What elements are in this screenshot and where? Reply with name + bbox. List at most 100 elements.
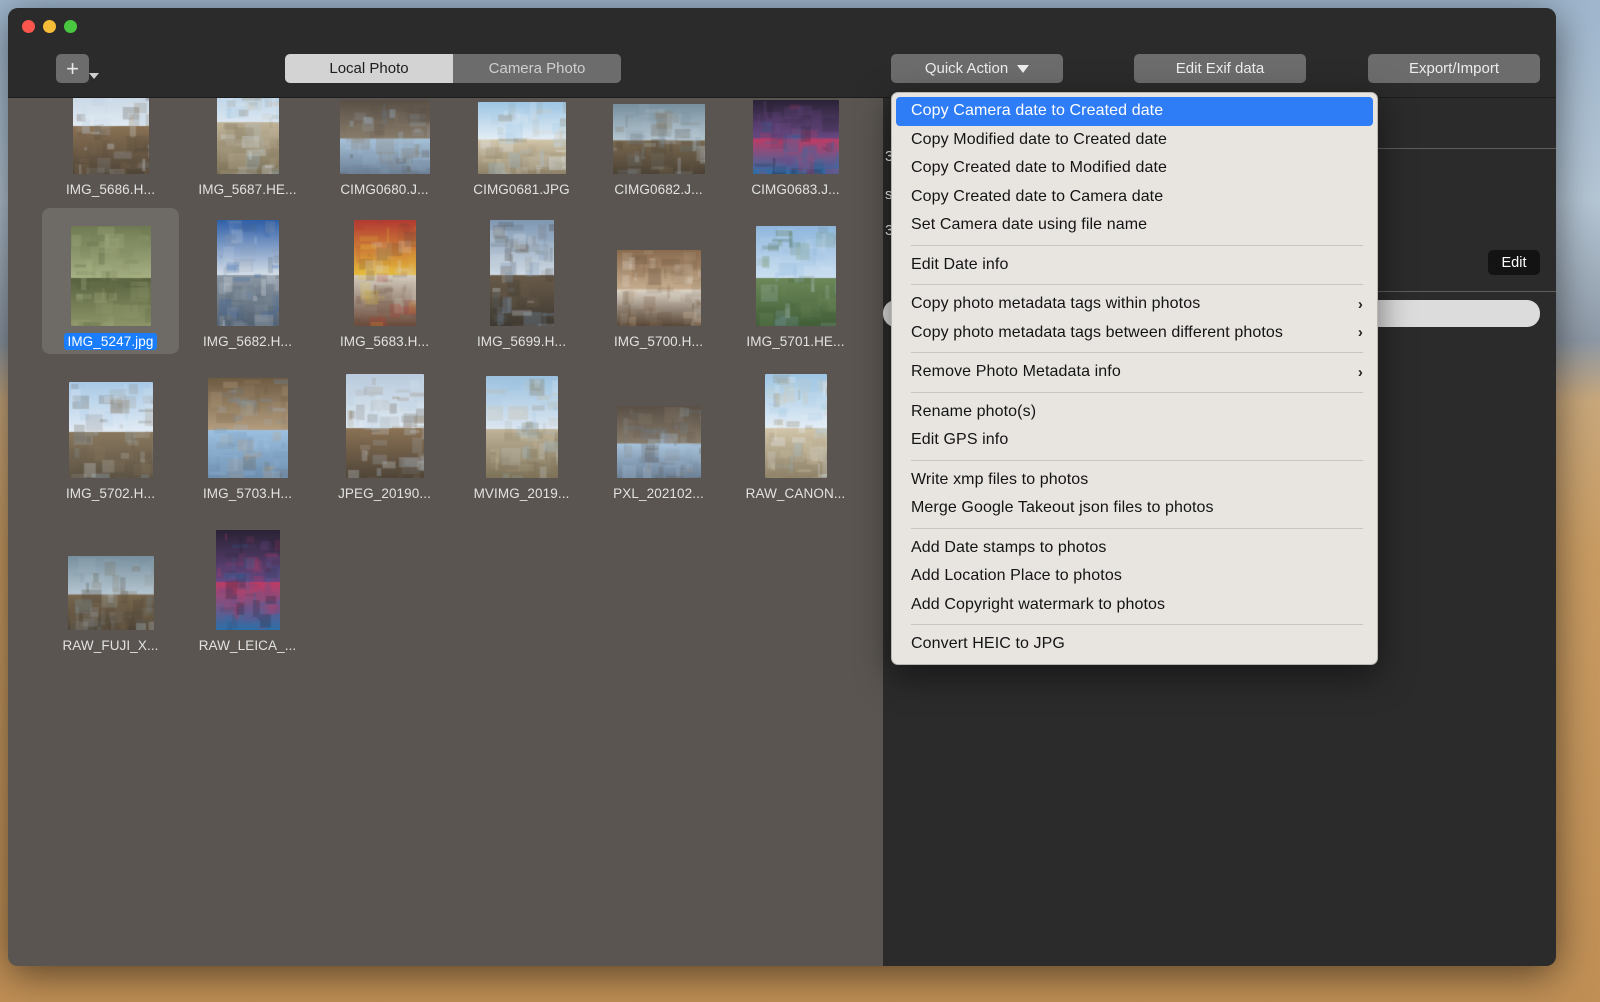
photo-cell[interactable]: IMG_5687.HE... bbox=[179, 98, 316, 202]
photo-thumbnail bbox=[215, 530, 280, 630]
photo-thumbnail bbox=[616, 406, 701, 478]
photo-cell[interactable]: IMG_5703.H... bbox=[179, 360, 316, 506]
photo-cell[interactable]: IMG_5683.H... bbox=[316, 208, 453, 354]
menu-separator bbox=[911, 284, 1363, 285]
photo-thumbnail-frame bbox=[216, 208, 279, 326]
photo-filename-label: RAW_LEICA_... bbox=[198, 638, 297, 653]
photo-filename-label: MVIMG_2019... bbox=[473, 486, 570, 501]
quick-action-dropdown-menu[interactable]: Copy Camera date to Created date Copy Mod… bbox=[891, 92, 1378, 665]
quick-action-button[interactable]: Quick Action bbox=[891, 54, 1063, 83]
chevron-right-icon: › bbox=[1357, 324, 1363, 342]
photo-browser-pane[interactable]: IMG_5686.H... IMG_5687.HE... CIMG0680.J...… bbox=[8, 98, 883, 966]
photo-cell[interactable]: IMG_5682.H... bbox=[179, 208, 316, 354]
photo-filename-label: RAW_CANON... bbox=[745, 486, 846, 501]
photo-thumbnail-frame bbox=[72, 98, 149, 174]
photo-thumbnail bbox=[216, 98, 279, 174]
menu-item[interactable]: Copy photo metadata tags within photos › bbox=[892, 290, 1377, 319]
menu-item[interactable]: Remove Photo Metadata info › bbox=[892, 358, 1377, 387]
edit-exif-data-button[interactable]: Edit Exif data bbox=[1134, 54, 1306, 83]
menu-item[interactable]: Copy photo metadata tags between differe… bbox=[892, 319, 1377, 348]
photo-filename-label: IMG_5686.H... bbox=[65, 182, 156, 197]
photo-cell[interactable]: RAW_CANON... bbox=[727, 360, 864, 506]
menu-item[interactable]: Write xmp files to photos bbox=[892, 466, 1377, 495]
photo-cell[interactable]: JPEG_20190... bbox=[316, 360, 453, 506]
export-import-button[interactable]: Export/Import bbox=[1368, 54, 1540, 83]
photo-filename-label: PXL_202102... bbox=[613, 486, 704, 501]
photo-cell[interactable]: IMG_5701.HE... bbox=[727, 208, 864, 354]
menu-item[interactable]: Add Location Place to photos bbox=[892, 562, 1377, 591]
tab-camera-photo[interactable]: Camera Photo bbox=[453, 54, 621, 83]
photo-thumbnail bbox=[485, 376, 558, 478]
chevron-right-icon: › bbox=[1357, 295, 1363, 313]
photo-thumbnail bbox=[477, 102, 566, 174]
photo-cell-selected[interactable]: IMG_5247.jpg bbox=[42, 208, 179, 354]
menu-item[interactable]: Copy Camera date to Created date bbox=[896, 97, 1373, 126]
menu-item[interactable]: Convert HEIC to JPG bbox=[892, 630, 1377, 659]
edit-metadata-button[interactable]: Edit bbox=[1488, 250, 1540, 275]
menu-item-label: Convert HEIC to JPG bbox=[911, 635, 1065, 653]
photo-cell[interactable]: CIMG0680.J... bbox=[316, 98, 453, 202]
photo-thumbnail-frame bbox=[616, 360, 701, 478]
photo-filename-label: IMG_5247.jpg bbox=[64, 333, 157, 350]
photo-thumbnail-frame bbox=[485, 360, 558, 478]
maximize-window-button[interactable] bbox=[64, 20, 77, 33]
photo-filename-label: IMG_5700.H... bbox=[613, 334, 704, 349]
menu-item-label: Add Date stamps to photos bbox=[911, 538, 1107, 556]
photo-thumbnail bbox=[345, 374, 424, 478]
photo-source-segmented-control[interactable]: Local Photo Camera Photo bbox=[285, 54, 621, 83]
photo-cell[interactable]: IMG_5700.H... bbox=[590, 208, 727, 354]
menu-item[interactable]: Add Copyright watermark to photos bbox=[892, 591, 1377, 620]
menu-separator bbox=[911, 352, 1363, 353]
photo-cell[interactable]: CIMG0683.J... bbox=[727, 98, 864, 202]
menu-item[interactable]: Copy Modified date to Created date bbox=[892, 126, 1377, 155]
chevron-down-icon[interactable] bbox=[89, 73, 99, 79]
photo-thumbnail bbox=[67, 556, 154, 630]
menu-separator bbox=[911, 391, 1363, 393]
main-toolbar: + Local Photo Camera Photo Quick Action … bbox=[8, 45, 1556, 98]
menu-separator bbox=[911, 527, 1363, 529]
photo-thumbnail-frame bbox=[353, 208, 416, 326]
minimize-window-button[interactable] bbox=[43, 20, 56, 33]
menu-item[interactable]: Add Date stamps to photos bbox=[892, 534, 1377, 563]
photo-filename-label: IMG_5682.H... bbox=[202, 334, 293, 349]
photo-filename-label: RAW_FUJI_X... bbox=[62, 638, 159, 653]
menu-item-label: Copy Created date to Modified date bbox=[911, 159, 1168, 177]
menu-item[interactable]: Set Camera date using file name bbox=[892, 211, 1377, 240]
menu-item[interactable]: Copy Created date to Camera date bbox=[892, 183, 1377, 212]
menu-item[interactable]: Edit Date info bbox=[892, 251, 1377, 280]
photo-thumbnail-frame bbox=[612, 98, 705, 174]
menu-item-label: Copy Modified date to Created date bbox=[911, 130, 1168, 148]
tab-local-photo[interactable]: Local Photo bbox=[285, 54, 453, 83]
photo-thumbnail-frame bbox=[215, 512, 280, 630]
menu-item-label: Copy Created date to Camera date bbox=[911, 187, 1164, 205]
menu-item[interactable]: Edit GPS info bbox=[892, 426, 1377, 455]
menu-item-label: Remove Photo Metadata info bbox=[911, 363, 1121, 381]
menu-item[interactable]: Merge Google Takeout json files to photo… bbox=[892, 494, 1377, 523]
photo-cell[interactable]: MVIMG_2019... bbox=[453, 360, 590, 506]
close-window-button[interactable] bbox=[22, 20, 35, 33]
photo-thumbnail-frame bbox=[752, 98, 839, 174]
photo-cell[interactable]: IMG_5686.H... bbox=[42, 98, 179, 202]
photo-cell[interactable]: CIMG0682.J... bbox=[590, 98, 727, 202]
photo-thumbnail bbox=[216, 220, 279, 326]
photo-cell[interactable]: IMG_5702.H... bbox=[42, 360, 179, 506]
photo-thumbnail bbox=[612, 104, 705, 174]
photo-thumbnail bbox=[72, 98, 149, 174]
photo-filename-label: IMG_5699.H... bbox=[476, 334, 567, 349]
photo-cell[interactable]: IMG_5699.H... bbox=[453, 208, 590, 354]
add-photos-button[interactable]: + bbox=[56, 54, 89, 83]
photo-cell[interactable]: RAW_LEICA_... bbox=[179, 512, 316, 658]
photo-cell[interactable]: CIMG0681.JPG bbox=[453, 98, 590, 202]
photo-thumbnail bbox=[339, 100, 430, 174]
photo-thumbnail-frame bbox=[755, 208, 836, 326]
photo-thumbnail-frame bbox=[489, 208, 554, 326]
menu-item-label: Add Copyright watermark to photos bbox=[911, 595, 1166, 613]
photo-filename-label: IMG_5687.HE... bbox=[198, 182, 297, 197]
menu-item-label: Edit GPS info bbox=[911, 431, 1009, 449]
menu-item[interactable]: Copy Created date to Modified date bbox=[892, 154, 1377, 183]
photo-thumbnail bbox=[764, 374, 827, 478]
photo-cell[interactable]: RAW_FUJI_X... bbox=[42, 512, 179, 658]
photo-thumbnail bbox=[70, 226, 151, 326]
photo-cell[interactable]: PXL_202102... bbox=[590, 360, 727, 506]
menu-item[interactable]: Rename photo(s) bbox=[892, 398, 1377, 427]
